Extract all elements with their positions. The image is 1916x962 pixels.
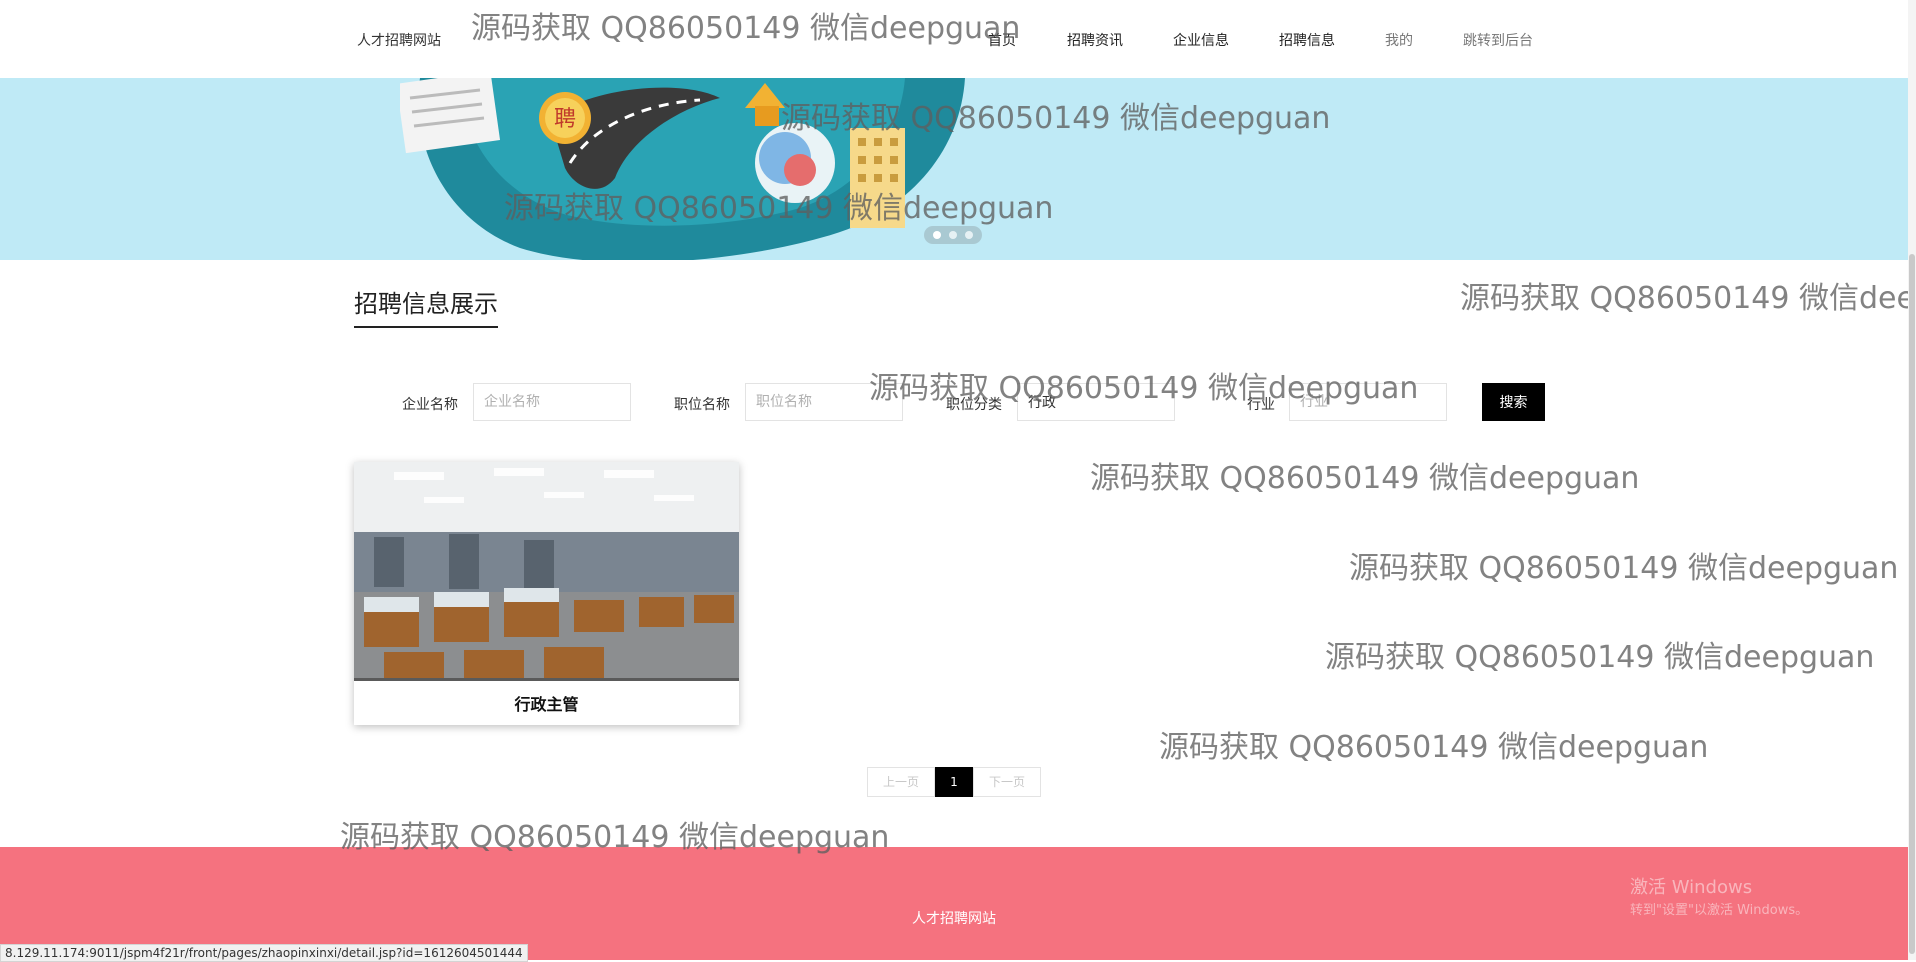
company-name-input[interactable] bbox=[473, 383, 631, 421]
job-card-image bbox=[354, 462, 739, 681]
pagination-page-1[interactable]: 1 bbox=[935, 767, 973, 797]
nav-admin[interactable]: 跳转到后台 bbox=[1463, 30, 1533, 50]
watermark-text: 源码获取 QQ86050149 微信deepguan bbox=[1159, 730, 1709, 765]
windows-activation-title: 激活 Windows bbox=[1630, 877, 1753, 898]
footer-site-name: 人才招聘网站 bbox=[912, 911, 996, 927]
carousel-dot-1[interactable] bbox=[933, 231, 941, 239]
carousel-dot-3[interactable] bbox=[965, 231, 973, 239]
job-card[interactable]: 行政主管 bbox=[354, 462, 739, 725]
watermark-text: 源码获取 QQ86050149 微信deepguan bbox=[1090, 461, 1640, 496]
position-name-label: 职位名称 bbox=[674, 397, 730, 413]
nav-recruitment-info[interactable]: 招聘信息 bbox=[1279, 30, 1335, 50]
pagination-next[interactable]: 下一页 bbox=[973, 767, 1041, 797]
page-scrollbar-thumb[interactable] bbox=[1909, 254, 1915, 954]
browser-status-url: 8.129.11.174:9011/jspm4f21r/front/pages/… bbox=[0, 944, 528, 962]
watermark-text: 源码获取 QQ86050149 微信deepguan bbox=[1349, 551, 1899, 586]
company-name-label: 企业名称 bbox=[402, 397, 458, 413]
pagination-prev[interactable]: 上一页 bbox=[867, 767, 935, 797]
nav-company-info[interactable]: 企业信息 bbox=[1173, 30, 1229, 50]
watermark-text: 源码获取 QQ86050149 微信deepguan bbox=[1460, 281, 1908, 316]
watermark-text: 源码获取 QQ86050149 微信deepguan bbox=[340, 820, 890, 855]
section-title-underline bbox=[354, 326, 498, 328]
banner-sign-text: 聘 bbox=[554, 107, 576, 132]
windows-activation-subtitle: 转到"设置"以激活 Windows。 bbox=[1630, 903, 1809, 918]
watermark-text: 源码获取 QQ86050149 微信deepguan bbox=[1325, 640, 1875, 675]
watermark-text: 源码获取 QQ86050149 微信deepguan bbox=[781, 101, 1331, 136]
watermark-text: 源码获取 QQ86050149 微信deepguan bbox=[471, 11, 1021, 46]
carousel-indicators bbox=[924, 226, 982, 244]
nav-mine[interactable]: 我的 bbox=[1385, 30, 1413, 50]
job-card-title[interactable]: 行政主管 bbox=[354, 691, 739, 715]
search-button[interactable]: 搜索 bbox=[1482, 383, 1545, 421]
carousel-dot-2[interactable] bbox=[949, 231, 957, 239]
watermark-text: 源码获取 QQ86050149 微信deepguan bbox=[504, 191, 1054, 226]
watermark-text: 源码获取 QQ86050149 微信deepguan bbox=[869, 371, 1419, 406]
section-title: 招聘信息展示 bbox=[354, 290, 498, 318]
nav-news[interactable]: 招聘资讯 bbox=[1067, 30, 1123, 50]
